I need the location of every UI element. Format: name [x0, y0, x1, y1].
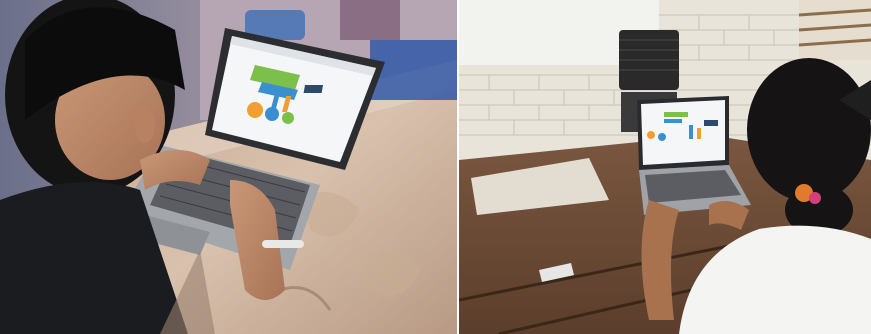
left-photo	[0, 0, 457, 334]
right-photo	[459, 0, 871, 334]
